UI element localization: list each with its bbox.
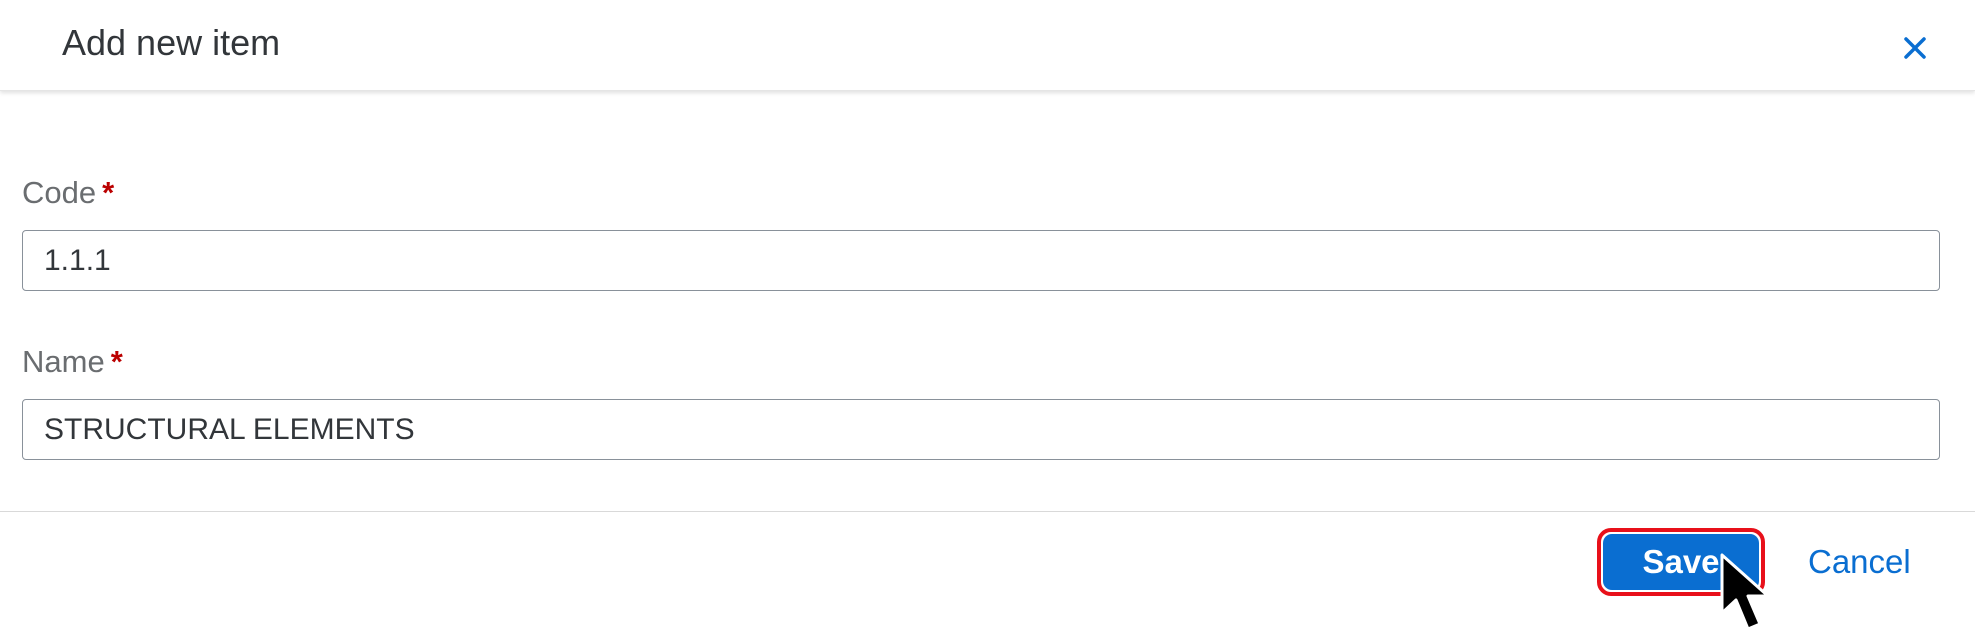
cancel-button[interactable]: Cancel — [1808, 538, 1911, 586]
dialog-header: Add new item — [0, 0, 1975, 91]
dialog-title: Add new item — [62, 22, 281, 63]
code-label-text: Code — [22, 175, 97, 210]
code-input[interactable] — [22, 230, 1940, 291]
code-label: Code * — [22, 173, 114, 213]
code-required-mark: * — [102, 175, 115, 210]
name-label-text: Name — [22, 344, 105, 379]
add-item-dialog: Add new item Code* Name* Save Cancel — [0, 0, 1975, 629]
name-label: Name * — [22, 342, 123, 382]
footer-divider — [0, 511, 1975, 512]
close-button[interactable] — [1891, 24, 1939, 72]
name-input[interactable] — [22, 399, 1940, 460]
save-button-label: Save — [1603, 534, 1759, 590]
close-icon — [1904, 37, 1926, 59]
name-required-mark: * — [110, 344, 123, 379]
save-button[interactable]: Save — [1597, 528, 1765, 596]
